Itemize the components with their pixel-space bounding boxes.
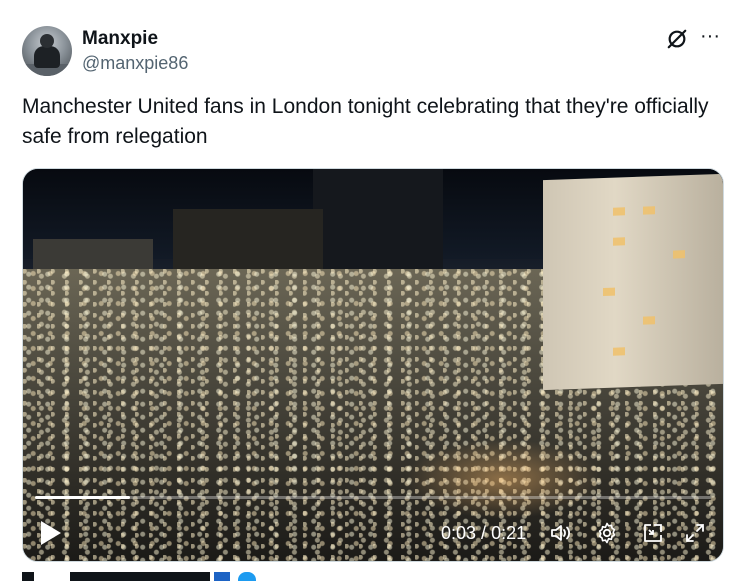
video-time-current: 0:03 — [441, 523, 477, 543]
grok-icon[interactable] — [666, 28, 688, 50]
video-time-total: 0:21 — [491, 523, 527, 543]
video-progress-bar[interactable] — [35, 496, 711, 499]
video-frame-window — [613, 237, 625, 246]
volume-icon[interactable] — [549, 521, 573, 545]
gear-icon[interactable] — [595, 521, 619, 545]
video-frame-window — [673, 250, 685, 259]
video-frame-window — [603, 287, 615, 297]
fullscreen-icon[interactable] — [683, 521, 707, 545]
video-frame-window — [613, 207, 625, 216]
picture-in-picture-icon[interactable] — [641, 521, 665, 545]
video-player[interactable]: 0:03 / 0:21 — [22, 168, 724, 562]
author-handle[interactable]: @manxpie86 — [82, 53, 188, 74]
video-frame-window — [643, 316, 655, 325]
video-frame-window — [613, 347, 625, 356]
video-time-readout: 0:03 / 0:21 — [441, 523, 527, 543]
video-progress-fill — [35, 496, 130, 499]
clipped-next-line — [22, 572, 322, 581]
clipped-text-fragment — [70, 572, 190, 581]
avatar-figure-body — [34, 46, 60, 68]
verified-badge-icon — [238, 572, 256, 581]
tweet-text: Manchester United fans in London tonight… — [22, 95, 709, 148]
author-name[interactable]: Manxpie — [82, 28, 158, 50]
play-icon[interactable] — [37, 519, 63, 547]
clipped-text-fragment — [180, 572, 210, 581]
video-frame-tower — [543, 173, 723, 391]
video-frame-window — [643, 206, 655, 215]
more-icon[interactable]: ··· — [700, 25, 720, 48]
clipped-text-fragment — [22, 572, 34, 581]
avatar[interactable] — [22, 26, 72, 76]
video-frame-glow — [403, 439, 603, 519]
avatar-figure-head — [40, 34, 54, 48]
clipped-badge-fragment — [214, 572, 230, 581]
